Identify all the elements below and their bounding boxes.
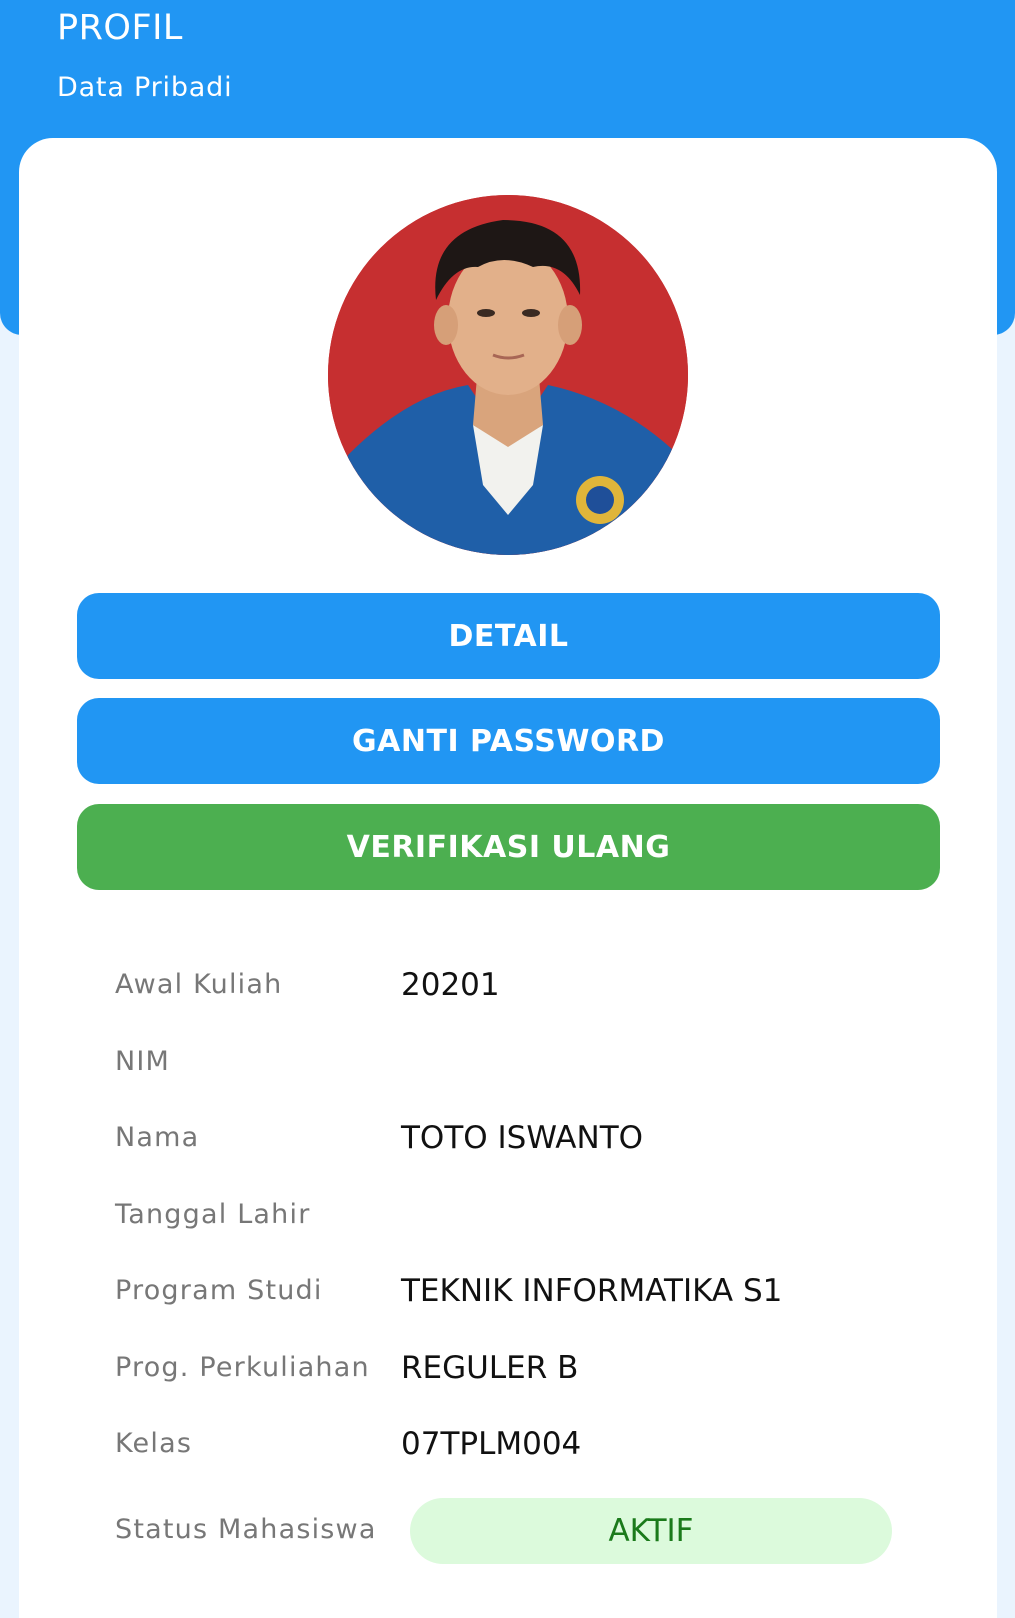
info-value: TEKNIK INFORMATIKA S1 <box>401 1273 783 1309</box>
info-label: Tanggal Lahir <box>115 1199 311 1230</box>
page-title: PROFIL <box>57 8 183 48</box>
info-value: REGULER B <box>401 1350 579 1386</box>
info-row-status: Status Mahasiswa AKTIF <box>115 1498 915 1564</box>
info-row-start: Awal Kuliah 20201 <box>115 955 915 1015</box>
info-label: Program Studi <box>115 1275 323 1306</box>
info-row-nim: NIM <box>115 1032 915 1092</box>
info-value: 07TPLM004 <box>401 1426 582 1462</box>
status-badge: AKTIF <box>410 1498 892 1564</box>
info-label: Status Mahasiswa <box>115 1514 377 1545</box>
info-label: Nama <box>115 1122 200 1153</box>
info-row-name: Nama TOTO ISWANTO <box>115 1108 915 1168</box>
info-label: NIM <box>115 1046 171 1077</box>
detail-button[interactable]: DETAIL <box>77 593 940 679</box>
page-subtitle: Data Pribadi <box>57 72 233 103</box>
info-value: TOTO ISWANTO <box>401 1120 644 1156</box>
info-row-program: Program Studi TEKNIK INFORMATIKA S1 <box>115 1261 915 1321</box>
info-row-birth: Tanggal Lahir <box>115 1185 915 1245</box>
change-password-button[interactable]: GANTI PASSWORD <box>77 698 940 784</box>
info-value: 20201 <box>401 967 500 1003</box>
profile-photo <box>328 195 688 555</box>
info-label: Awal Kuliah <box>115 969 283 1000</box>
reverify-button[interactable]: VERIFIKASI ULANG <box>77 804 940 890</box>
info-label: Kelas <box>115 1428 193 1459</box>
info-row-class-program: Prog. Perkuliahan REGULER B <box>115 1338 915 1398</box>
info-label: Prog. Perkuliahan <box>115 1352 370 1383</box>
info-row-class: Kelas 07TPLM004 <box>115 1414 915 1474</box>
